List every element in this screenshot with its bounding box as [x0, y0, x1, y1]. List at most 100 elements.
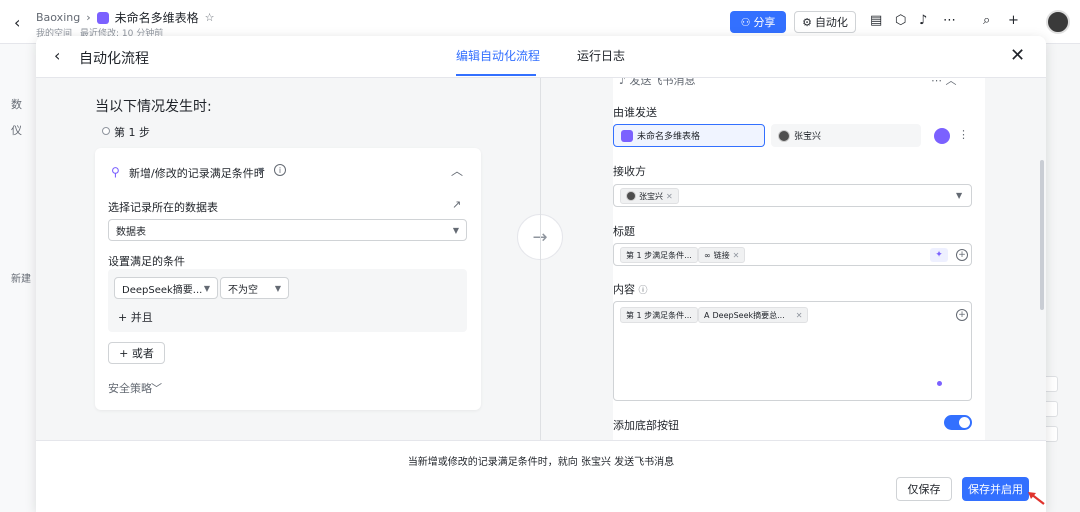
add-field-icon[interactable]: +	[956, 309, 968, 321]
pointer-arrow-icon	[1028, 492, 1045, 505]
title-label: 标题	[613, 225, 635, 238]
base-icon	[621, 129, 633, 142]
table-select-value: 数据表	[116, 226, 146, 238]
content-chip-step[interactable]: 第 1 步满足条件...	[620, 307, 698, 323]
title-chip-link[interactable]: ∞ 链接 ✕	[698, 247, 746, 263]
text-field-icon: A	[704, 310, 710, 320]
link-icon: ∞	[704, 250, 711, 260]
close-icon[interactable]: ✕	[733, 251, 740, 260]
flow-summary: 当新增或修改的记录满足条件时，就向 张宝兴 发送飞书消息	[407, 457, 675, 468]
caret-down-icon: ▼	[452, 225, 459, 235]
condition-operator-select[interactable]: 不为空 ▼	[220, 277, 289, 299]
close-icon[interactable]: ✕	[1010, 45, 1025, 66]
base-icon	[96, 11, 109, 24]
automation-button[interactable]: ⚙ 自动化	[794, 11, 856, 33]
external-link-icon[interactable]: ↗	[452, 198, 461, 211]
title-chip-step-label: 第 1 步满足条件...	[626, 250, 692, 260]
add-field-icon[interactable]: +	[956, 249, 968, 261]
more-vertical-icon[interactable]: ⋮	[958, 128, 969, 141]
back-icon[interactable]: ‹	[54, 46, 60, 65]
magic-wand-icon[interactable]: ✦	[930, 248, 948, 262]
save-and-enable-button[interactable]: 保存并启用	[962, 477, 1029, 501]
bottom-button-toggle[interactable]	[944, 415, 972, 430]
caret-down-icon: ▼	[956, 191, 963, 200]
automation-label: 自动化	[814, 16, 848, 29]
breadcrumb-space[interactable]: Baoxing	[36, 11, 80, 24]
back-icon[interactable]: ‹	[14, 13, 20, 32]
plugin-icon[interactable]: ⬡	[895, 13, 906, 28]
chevron-down-icon[interactable]: ▼	[258, 166, 264, 175]
rail-tab[interactable]	[1046, 401, 1058, 417]
docs-icon[interactable]: ▤	[870, 13, 882, 28]
caret-down-icon: ▼	[274, 283, 281, 293]
modal-body: 当以下情况发生时: 第 1 步 ⚲ 新增/修改的记录满足条件时 ▼ i ︿ 选择…	[36, 78, 1046, 440]
app-icon[interactable]	[934, 128, 950, 144]
condition-label: 设置满足的条件	[108, 255, 185, 268]
search-icon[interactable]: ⌕	[983, 13, 990, 28]
avatar[interactable]	[1046, 10, 1070, 34]
share-label: 分享	[753, 16, 776, 29]
star-icon[interactable]: ☆	[205, 11, 215, 24]
receiver-chip[interactable]: 张宝兴 ✕	[620, 188, 679, 204]
tab-active-indicator	[456, 74, 536, 76]
sidebar-item-dashboard[interactable]: 仪	[11, 122, 22, 138]
action-card: ♪ 发送飞书消息 ⋯ ︿ 由谁发送 未命名多维表格 张宝兴 ⋮ 接收方 张宝兴 …	[613, 78, 985, 440]
title-input[interactable]: 第 1 步满足条件... ∞ 链接 ✕ ✦ +	[613, 243, 972, 266]
tab-run-log[interactable]: 运行日志	[577, 47, 625, 64]
automation-modal: ‹ 自动化流程 编辑自动化流程 运行日志 ✕ 当以下情况发生时: 第 1 步 ⚲…	[36, 36, 1046, 512]
save-button[interactable]: 仅保存	[896, 477, 952, 501]
condition-field-select[interactable]: DeepSeek摘要... ▼	[114, 277, 218, 299]
close-icon[interactable]: ✕	[666, 192, 673, 201]
title-chip-step[interactable]: 第 1 步满足条件...	[620, 247, 698, 263]
step-label: 第 1 步	[114, 126, 150, 139]
table-select[interactable]: 数据表 ▼	[108, 219, 467, 241]
step-dot	[102, 127, 110, 135]
sender-option-person[interactable]: 张宝兴	[771, 124, 921, 147]
robot-icon: ⚙	[802, 15, 812, 29]
table-label: 选择记录所在的数据表	[108, 201, 218, 214]
add-and-condition-button[interactable]: + 并且	[118, 309, 153, 325]
condition-group: DeepSeek摘要... ▼ 不为空 ▼ + 并且	[108, 269, 467, 332]
sender-person-name: 张宝兴	[794, 132, 822, 142]
condition-field-value: DeepSeek摘要...	[122, 284, 203, 296]
chevron-down-icon: ﹀	[151, 382, 162, 395]
filter-icon: ⚲	[111, 165, 120, 179]
modal-title: 自动化流程	[79, 51, 149, 67]
chevron-up-icon[interactable]: ︿	[451, 162, 463, 179]
content-chip-deepseek-label: DeepSeek摘要总...	[712, 310, 785, 320]
rail-tab[interactable]	[1046, 426, 1058, 442]
add-or-condition-button[interactable]: + 或者	[108, 342, 165, 364]
content-chip-step-label: 第 1 步满足条件...	[626, 310, 692, 320]
doc-title[interactable]: 未命名多维表格	[115, 9, 199, 26]
modal-header: ‹ 自动化流程 编辑自动化流程 运行日志 ✕	[36, 36, 1046, 78]
more-icon[interactable]: ⋯	[943, 13, 956, 28]
rail-tab[interactable]	[1046, 376, 1058, 392]
sidebar: 数 仪 新建	[0, 44, 36, 512]
info-icon[interactable]: ⓘ	[639, 286, 648, 296]
tab-edit-flow[interactable]: 编辑自动化流程	[456, 47, 540, 64]
add-icon[interactable]: +	[1008, 13, 1019, 28]
close-icon[interactable]: ✕	[796, 311, 803, 320]
title-chip-link-label: 链接	[713, 250, 730, 260]
scrollbar[interactable]	[1040, 160, 1044, 310]
sender-option-bot[interactable]: 未命名多维表格	[613, 124, 765, 147]
share-button[interactable]: ⚇ 分享	[730, 11, 786, 33]
avatar	[626, 191, 636, 201]
info-icon[interactable]: i	[274, 164, 286, 176]
panel-divider	[540, 78, 541, 440]
bell-icon[interactable]: ♪	[919, 13, 927, 28]
security-policy-toggle[interactable]: 安全策略	[108, 380, 152, 396]
chevron-right-icon: ›	[86, 11, 91, 24]
receiver-chip-label: 张宝兴	[639, 191, 663, 201]
receiver-label: 接收方	[613, 165, 646, 178]
content-textarea[interactable]: 第 1 步满足条件... A DeepSeek摘要总... ✕ +	[613, 301, 972, 401]
content-chip-deepseek[interactable]: A DeepSeek摘要总... ✕	[698, 307, 809, 323]
sender-label: 由谁发送	[613, 106, 657, 119]
condition-operator-value: 不为空	[228, 284, 258, 296]
sidebar-new-label: 新建	[11, 274, 31, 285]
action-toolbar[interactable]: ⋯ ︿	[931, 78, 957, 88]
trigger-title[interactable]: 新增/修改的记录满足条件时	[129, 165, 265, 181]
receiver-select[interactable]: 张宝兴 ✕ ▼	[613, 184, 972, 207]
content-label-text: 内容	[613, 283, 635, 296]
sidebar-item-table[interactable]: 数	[11, 96, 22, 112]
